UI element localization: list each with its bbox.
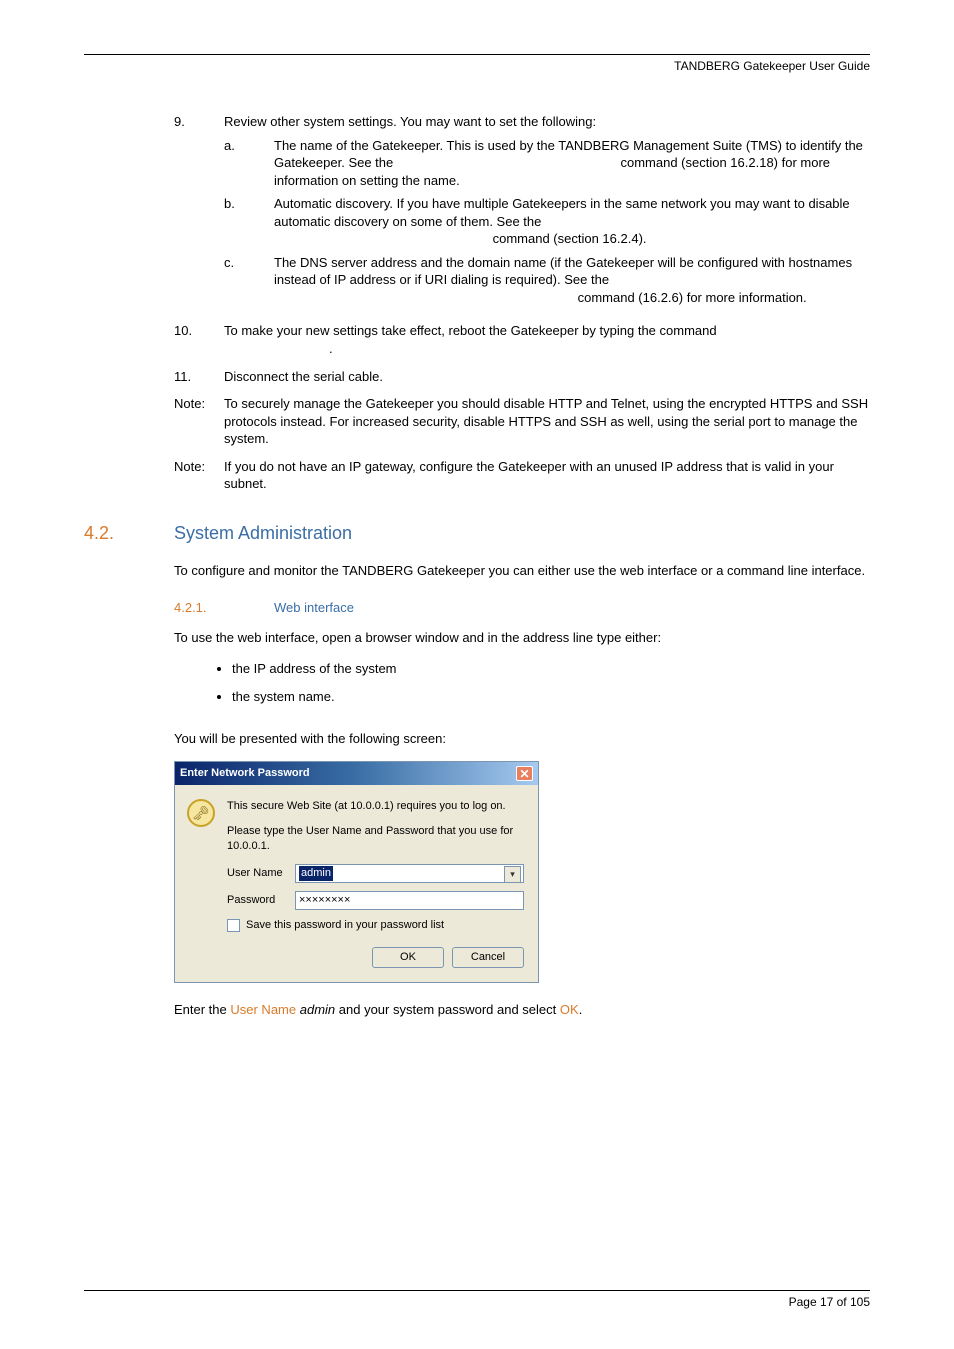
password-input[interactable]: ×××××××× [295,891,524,910]
list-item: the system name. [232,688,870,716]
list-item: the IP address of the system [232,660,870,688]
ok-button[interactable]: OK [372,947,444,968]
step-number: 9. [174,113,224,312]
section-title: System Administration [174,523,352,544]
step10-text: To make your new settings take effect, r… [224,322,870,357]
final-instruction: Enter the User Name admin and your syste… [174,1001,870,1019]
note-label: Note: [174,458,224,493]
sub-body-a: The name of the Gatekeeper. This is used… [274,137,870,190]
save-password-checkbox[interactable] [227,919,240,932]
save-password-label: Save this password in your password list [246,918,444,933]
key-icon: 🗝 [187,799,227,967]
sub-body-b: Automatic discovery. If you have multipl… [274,195,870,248]
password-label: Password [227,893,295,908]
password-dialog: Enter Network Password ✕ 🗝 This secure W… [174,761,539,982]
dialog-line2: Please type the User Name and Password t… [227,824,524,854]
username-label: User Name [227,866,295,881]
note2-text: If you do not have an IP gateway, config… [224,458,870,493]
step9-intro: Review other system settings. You may wa… [224,113,870,131]
page-header: TANDBERG Gatekeeper User Guide [84,59,870,73]
dialog-line1: This secure Web Site (at 10.0.0.1) requi… [227,799,524,814]
step-number: 11. [174,368,224,386]
dialog-title: Enter Network Password [180,766,310,781]
username-input[interactable]: admin [295,864,524,883]
close-icon[interactable]: ✕ [516,766,533,781]
note1-text: To securely manage the Gatekeeper you sh… [224,395,870,448]
cancel-button[interactable]: Cancel [452,947,524,968]
screen-intro: You will be presented with the following… [174,730,870,748]
sub-letter: c. [224,254,274,307]
sub-body-c: The DNS server address and the domain na… [274,254,870,307]
note-label: Note: [174,395,224,448]
section-intro: To configure and monitor the TANDBERG Ga… [174,562,870,580]
sub-letter: a. [224,137,274,190]
sub-letter: b. [224,195,274,248]
subsection-title: Web interface [274,599,354,617]
step-number: 10. [174,322,224,357]
page-footer: Page 17 of 105 [84,1295,870,1309]
subsection-number: 4.2.1. [174,599,274,617]
section-number: 4.2. [84,523,174,544]
step11-text: Disconnect the serial cable. [224,368,870,386]
web-intro: To use the web interface, open a browser… [174,629,870,647]
